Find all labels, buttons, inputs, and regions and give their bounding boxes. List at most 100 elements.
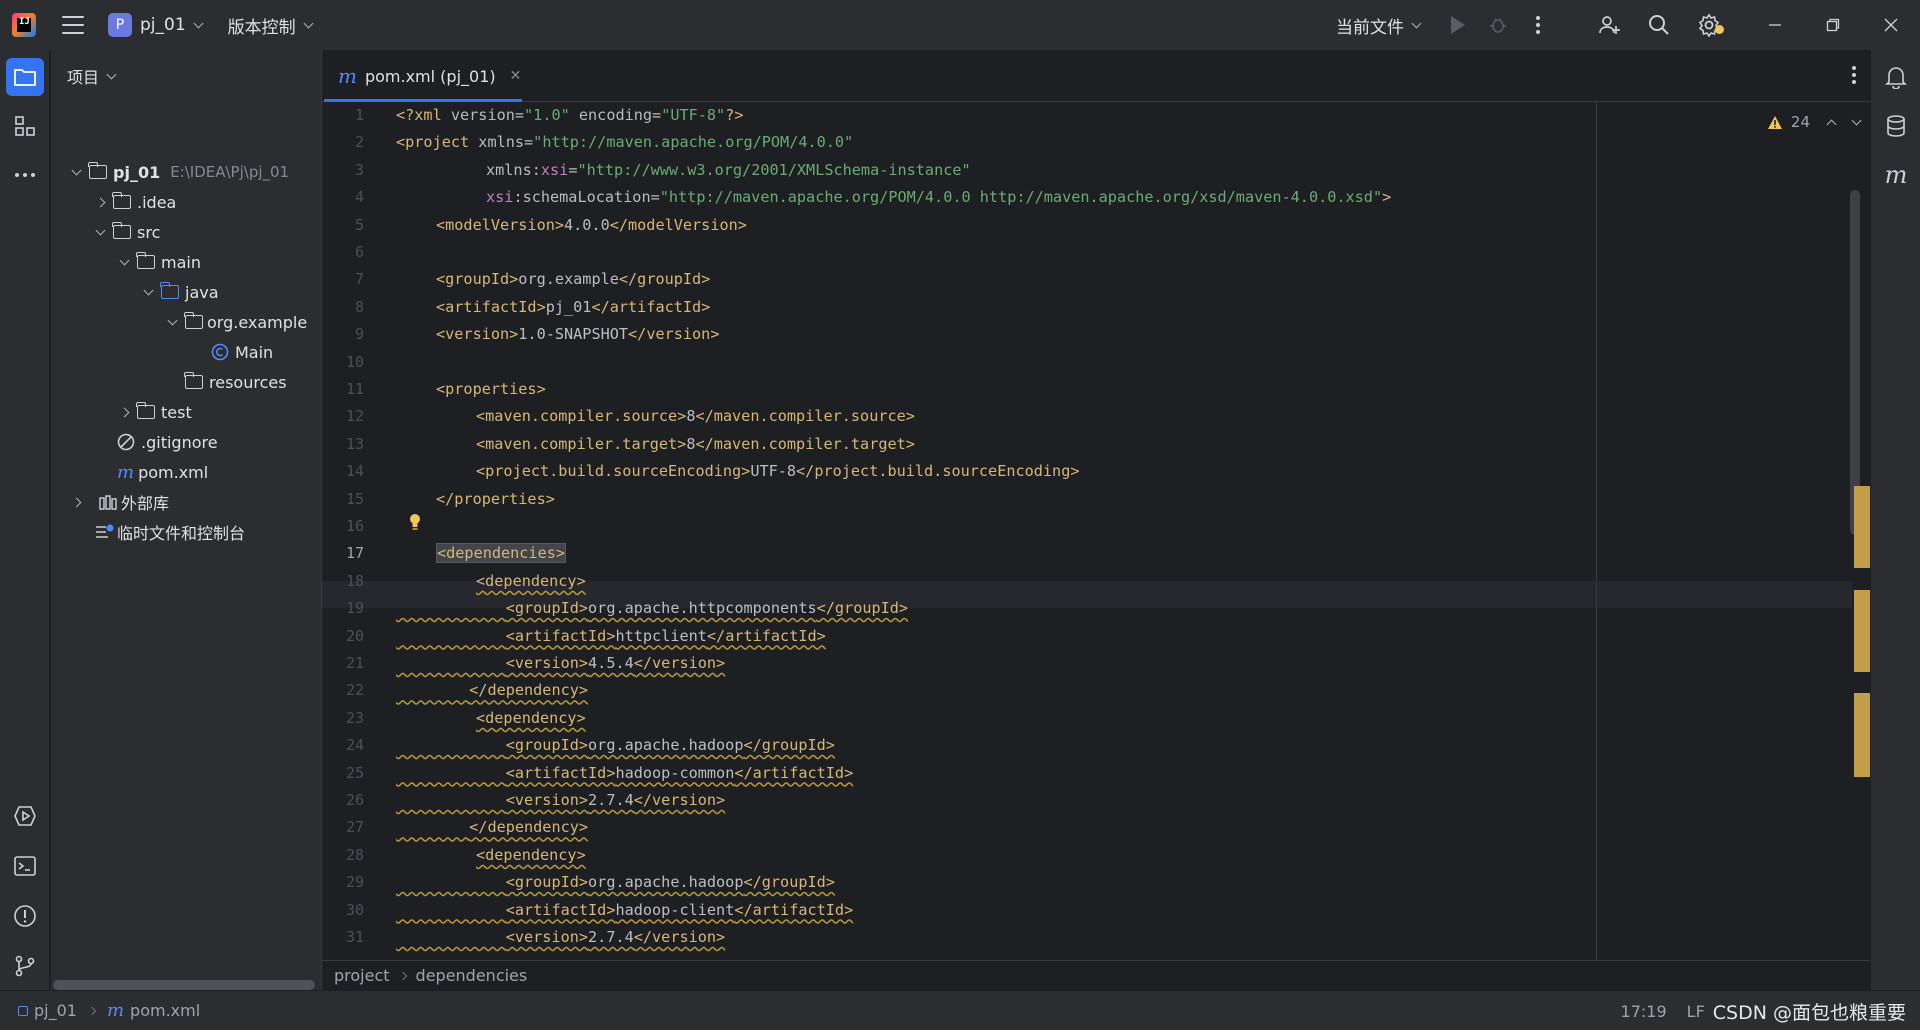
library-icon (99, 495, 117, 510)
git-tool-button[interactable] (6, 947, 44, 985)
status-file[interactable]: pom.xml (130, 1001, 200, 1020)
maven-icon: m (338, 64, 357, 88)
lightbulb-icon[interactable] (408, 513, 422, 531)
vcs-menu[interactable]: 版本控制 (228, 13, 296, 38)
tree-item-pom[interactable]: m pom.xml (117, 458, 208, 486)
minimize-button[interactable] (1746, 18, 1804, 32)
tree-item-src[interactable]: src (93, 218, 160, 246)
structure-icon (15, 116, 35, 136)
search-button[interactable] (1634, 13, 1684, 37)
database-tool-button[interactable] (1877, 107, 1915, 145)
chevron-down-icon (71, 165, 81, 175)
chevron-right-icon (398, 971, 407, 980)
run-config-selector[interactable]: 当前文件 (1336, 13, 1404, 38)
code-line: <maven.compiler.source>8</maven.compiler… (476, 407, 915, 426)
services-tool-button[interactable] (6, 797, 44, 835)
terminal-icon (14, 856, 36, 876)
breadcrumb-item[interactable]: project (334, 966, 390, 985)
intellij-logo-icon[interactable]: IJ (12, 13, 36, 37)
code-with-me-button[interactable] (1584, 13, 1634, 37)
restore-icon (1826, 18, 1840, 32)
warning-stripe[interactable] (1854, 590, 1870, 672)
warning-stripe[interactable] (1854, 486, 1870, 568)
tree-item-gitignore[interactable]: .gitignore (117, 428, 218, 456)
maven-icon: m (106, 1000, 125, 1021)
status-project[interactable]: pj_01 (34, 1001, 77, 1020)
vertical-scrollbar[interactable] (1850, 190, 1860, 535)
warning-stripe[interactable] (1854, 693, 1870, 777)
close-tab-icon[interactable]: ✕ (510, 68, 522, 84)
watermark: CSDN @面包也粮重要 (1712, 1001, 1906, 1024)
tab-options-icon[interactable] (1852, 66, 1856, 84)
ignore-file-icon (117, 433, 135, 451)
tree-item-scratches[interactable]: 临时文件和控制台 (95, 518, 245, 546)
tree-item-java[interactable]: java (141, 278, 219, 306)
debug-button[interactable] (1478, 15, 1518, 35)
tree-item-main[interactable]: main (117, 248, 201, 276)
project-panel-title[interactable]: 项目 (67, 64, 99, 88)
code-line: <groupId>org.apache.hadoop</groupId> (505, 736, 835, 755)
more-actions-button[interactable] (1518, 16, 1558, 34)
tree-item-idea[interactable]: .idea (93, 188, 176, 216)
problems-tool-button[interactable] (6, 897, 44, 935)
run-button[interactable] (1438, 16, 1478, 34)
prev-problem-icon[interactable] (1826, 119, 1837, 129)
chevron-down-icon[interactable] (193, 18, 204, 28)
code-line: <properties> (436, 380, 546, 398)
chevron-right-icon (87, 1006, 97, 1015)
chevron-down-icon[interactable] (1411, 18, 1422, 28)
code-line: <version>4.5.4</version> (505, 654, 726, 672)
more-vertical-icon (1536, 16, 1540, 34)
code-line: <groupId>org.apache.httpcomponents</grou… (505, 599, 909, 618)
tree-item-test[interactable]: test (117, 398, 192, 426)
right-margin-guide (1596, 102, 1597, 962)
settings-button[interactable] (1684, 13, 1734, 37)
folder-icon (14, 69, 36, 86)
chevron-down-icon[interactable] (106, 69, 117, 79)
line-separator[interactable]: LF (1687, 1002, 1705, 1021)
chevron-down-icon[interactable] (303, 18, 314, 28)
search-icon (1649, 15, 1669, 35)
tree-item-pj01[interactable]: pj_01 E:\IDEA\Pj\pj_01 (69, 158, 289, 186)
caret-position[interactable]: 17:19 (1621, 1002, 1667, 1021)
inspection-widget[interactable]: 24 (1767, 110, 1862, 134)
breadcrumb-item[interactable]: dependencies (416, 966, 528, 985)
tree-item-external-libraries[interactable]: 外部库 (69, 488, 169, 516)
project-tool-button[interactable] (6, 58, 44, 96)
maven-tool-button[interactable]: m (1877, 156, 1915, 194)
terminal-tool-button[interactable] (6, 847, 44, 885)
next-problem-icon[interactable] (1851, 115, 1862, 125)
project-square-icon (18, 1005, 28, 1016)
project-panel: 项目 pj_01 E:\IDEA\Pj\pj_01 .idea src main… (51, 50, 321, 990)
chevron-down-icon (143, 285, 153, 295)
services-icon (14, 806, 36, 826)
code-line: <modelVersion>4.0.0</modelVersion> (436, 215, 747, 234)
folder-icon (112, 222, 131, 239)
main-menu-icon[interactable] (62, 16, 84, 34)
code-line: <artifactId>pj_01</artifactId> (436, 297, 711, 316)
minimize-icon (1769, 24, 1781, 26)
code-line: xmlns:xsi="http://www.w3.org/2001/XMLSch… (486, 160, 971, 179)
project-switcher[interactable]: pj_01 (140, 15, 186, 35)
code-line: <project.build.sourceEncoding>UTF-8</pro… (476, 462, 1080, 481)
code-line: </dependency> (469, 818, 589, 837)
code-line: <dependency> (476, 845, 586, 864)
code-line: </properties> (436, 489, 555, 508)
project-badge[interactable]: P (108, 13, 132, 37)
tree-item-main-class[interactable]: Main (211, 338, 273, 366)
chevron-right-icon (119, 407, 129, 417)
editor-tab-bar: m pom.xml (pj_01) ✕ (322, 50, 1870, 102)
project-panel-header[interactable]: 项目 (51, 50, 321, 102)
breadcrumb: project dependencies (322, 960, 1871, 990)
more-tools-button[interactable] (6, 156, 44, 194)
restore-button[interactable] (1804, 18, 1862, 32)
tab-pom-xml[interactable]: m pom.xml (pj_01) ✕ (322, 50, 537, 102)
bug-icon (1490, 18, 1506, 33)
maven-icon: m (117, 461, 135, 483)
close-window-button[interactable] (1862, 18, 1920, 32)
structure-tool-button[interactable] (6, 107, 44, 145)
tree-item-org-example[interactable]: org.example (165, 308, 307, 336)
tree-item-resources[interactable]: resources (165, 368, 287, 396)
notifications-button[interactable] (1877, 58, 1915, 96)
horizontal-scrollbar[interactable] (53, 980, 315, 990)
